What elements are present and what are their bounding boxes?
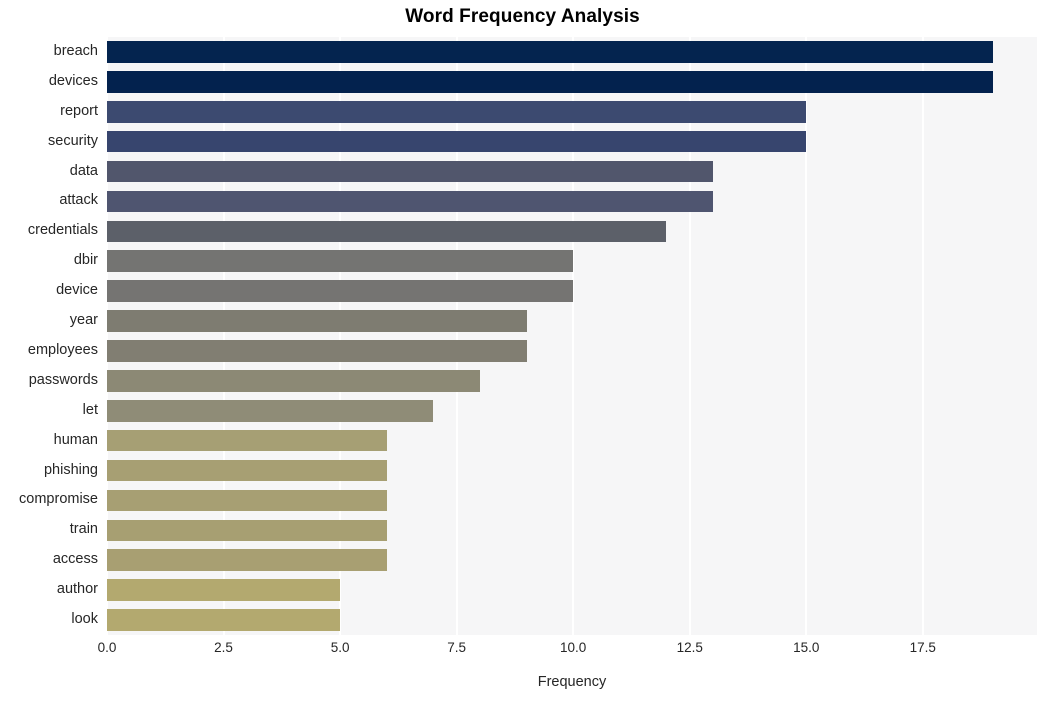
bar-row bbox=[107, 160, 1037, 183]
bar-breach bbox=[107, 41, 993, 63]
y-tick-label-attack: attack bbox=[59, 192, 98, 209]
x-tick-label-15.0: 15.0 bbox=[793, 640, 820, 655]
bar-row bbox=[107, 310, 1037, 332]
bar-employees bbox=[107, 340, 527, 362]
bar-let bbox=[107, 399, 434, 422]
y-tick-label-dbir: dbir bbox=[73, 252, 98, 269]
word-frequency-bar-chart: Word Frequency Analysis breach devices rep… bbox=[0, 0, 1045, 701]
y-tick-label-year: year bbox=[69, 312, 98, 329]
y-tick-label-devices: devices bbox=[48, 72, 98, 89]
chart-title: Word Frequency Analysis bbox=[405, 6, 640, 27]
bar-passwords bbox=[107, 370, 480, 392]
bar-row bbox=[107, 190, 1037, 213]
x-tick-label-5.0: 5.0 bbox=[330, 640, 350, 655]
x-tick-label-2.5: 2.5 bbox=[214, 640, 233, 655]
bar-devices bbox=[107, 71, 993, 93]
bar-row bbox=[107, 429, 1037, 452]
y-tick-label-phishing: phishing bbox=[43, 461, 98, 478]
bar-author bbox=[107, 579, 341, 601]
bar-dbir bbox=[107, 250, 574, 272]
x-tick-label-17.5: 17.5 bbox=[909, 640, 936, 655]
y-tick-label-access: access bbox=[52, 551, 98, 568]
y-tick-label-data: data bbox=[69, 162, 98, 179]
y-tick-label-credentials: credentials bbox=[27, 222, 98, 239]
plot-area bbox=[107, 37, 1037, 635]
x-tick-label-12.5: 12.5 bbox=[676, 640, 703, 655]
bar-row bbox=[107, 220, 1037, 243]
y-tick-label-employees: employees bbox=[27, 341, 98, 358]
x-tick-label-10.0: 10.0 bbox=[560, 640, 587, 655]
bar-year bbox=[107, 310, 527, 332]
bar-train bbox=[107, 519, 387, 542]
x-axis-title: Frequency bbox=[537, 674, 607, 690]
bar-human bbox=[107, 429, 387, 452]
bar-attack bbox=[107, 190, 713, 213]
y-tick-label-passwords: passwords bbox=[28, 371, 98, 388]
y-tick-label-train: train bbox=[69, 521, 98, 538]
bar-device bbox=[107, 280, 574, 302]
y-tick-label-author: author bbox=[56, 581, 98, 598]
bar-row bbox=[107, 100, 1037, 123]
bar-row bbox=[107, 250, 1037, 272]
bar-row bbox=[107, 130, 1037, 153]
bar-row bbox=[107, 489, 1037, 512]
bar-row bbox=[107, 459, 1037, 482]
bar-credentials bbox=[107, 220, 667, 243]
bars-layer bbox=[107, 37, 1037, 635]
bar-security bbox=[107, 130, 807, 153]
bar-report bbox=[107, 100, 807, 123]
bar-compromise bbox=[107, 489, 387, 512]
y-tick-label-device: device bbox=[56, 282, 98, 299]
y-tick-label-security: security bbox=[48, 132, 98, 149]
bar-data bbox=[107, 160, 713, 183]
bar-row bbox=[107, 519, 1037, 542]
y-axis-tick-labels: breach devices report security data attack cre… bbox=[0, 37, 98, 635]
y-tick-label-look: look bbox=[71, 611, 98, 628]
y-tick-label-human: human bbox=[53, 431, 98, 448]
bar-row bbox=[107, 71, 1037, 93]
bar-row bbox=[107, 549, 1037, 571]
bar-phishing bbox=[107, 459, 387, 482]
bar-row bbox=[107, 280, 1037, 302]
bar-row bbox=[107, 41, 1037, 63]
bar-row bbox=[107, 609, 1037, 631]
y-tick-label-compromise: compromise bbox=[19, 491, 98, 508]
bar-row bbox=[107, 340, 1037, 362]
x-axis-tick-labels: 0.0 2.5 5.0 7.5 10.0 12.5 15.0 17.5 bbox=[98, 640, 1037, 662]
y-tick-label-let: let bbox=[82, 401, 98, 418]
x-tick-label-7.5: 7.5 bbox=[447, 640, 466, 655]
y-tick-label-breach: breach bbox=[53, 42, 98, 59]
bar-row bbox=[107, 579, 1037, 601]
x-tick-label-0.0: 0.0 bbox=[97, 640, 117, 655]
bar-access bbox=[107, 549, 387, 571]
bar-look bbox=[107, 609, 341, 631]
bar-row bbox=[107, 370, 1037, 392]
y-tick-label-report: report bbox=[60, 102, 98, 119]
bar-row bbox=[107, 399, 1037, 422]
